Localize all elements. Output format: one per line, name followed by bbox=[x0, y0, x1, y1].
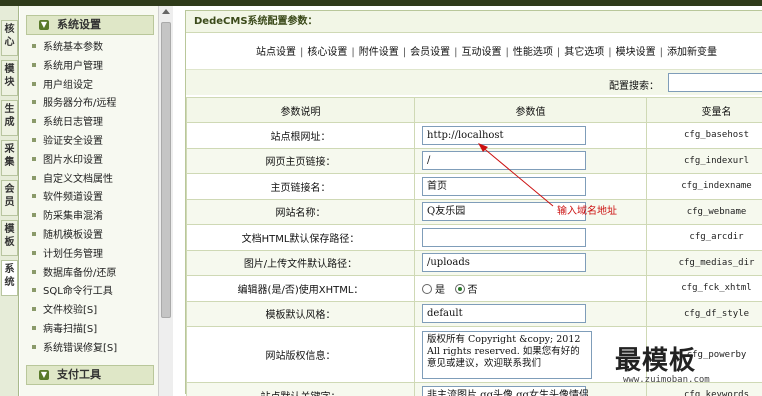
scrollbar-thumb[interactable] bbox=[161, 22, 171, 318]
sidebar-item-label: SQL命令行工具 bbox=[43, 286, 113, 298]
bullet-icon bbox=[32, 119, 36, 124]
sidebar-item[interactable]: 用户组设定 bbox=[32, 77, 93, 96]
bullet-icon bbox=[32, 326, 36, 330]
sidebar-item-label: 系统用户管理 bbox=[43, 60, 103, 72]
sidebar-scrollbar[interactable] bbox=[158, 6, 173, 396]
sidebar-item[interactable]: 图片水印设置 bbox=[32, 152, 103, 171]
sidebar-item-label: 随机模板设置 bbox=[43, 230, 103, 241]
sidebar-item-label: 服务器分布/远程 bbox=[43, 98, 117, 110]
sidebar-item[interactable]: 计划任务管理 bbox=[32, 246, 103, 265]
sidebar-item[interactable]: 系统用户管理 bbox=[32, 58, 103, 77]
scroll-up-arrow-icon[interactable] bbox=[162, 9, 170, 14]
bullet-icon bbox=[32, 156, 36, 161]
main-content: DedeCMS系统配置参数： 站点设置 | 核心设置 | 附件设置 | 会员设置 | 互动设置 |… bbox=[175, 6, 762, 396]
sidebar-section-payment-tools[interactable]: ▼ 支付工具 bbox=[26, 365, 154, 385]
sidebar-item[interactable]: 软件频道设置 bbox=[32, 189, 103, 208]
bullet-icon bbox=[32, 100, 36, 105]
bullet-icon bbox=[32, 44, 36, 48]
sidebar-item[interactable]: 系统日志管理 bbox=[32, 114, 103, 133]
sidebar-section-system-settings[interactable]: ▼ 系统设置 bbox=[26, 15, 154, 35]
bullet-icon bbox=[32, 344, 36, 349]
annotation-text: 输入域名地址 bbox=[557, 206, 617, 217]
vtab-module[interactable]: 模块 bbox=[1, 60, 18, 96]
sidebar-item[interactable]: 病毒扫描[S] bbox=[32, 321, 97, 340]
bullet-icon bbox=[32, 232, 36, 236]
sidebar-item-label: 病毒扫描[S] bbox=[43, 324, 98, 335]
sidebar-item[interactable]: 自定义文档属性 bbox=[32, 171, 113, 190]
bullet-icon bbox=[32, 194, 36, 199]
sidebar-item-label: 文件校验[S] bbox=[43, 305, 98, 317]
vtab-member[interactable]: 会员 bbox=[1, 180, 18, 216]
annotation-arrow bbox=[478, 143, 554, 207]
bullet-icon bbox=[32, 138, 36, 142]
sidebar: ▼ 系统设置 系统基本参数 系统用户管理 用户组设定服务器分布/远程 系统日志管理 验证安… bbox=[20, 6, 158, 396]
bullet-icon bbox=[32, 81, 36, 86]
sidebar-item-label: 防采集串混淆 bbox=[43, 211, 103, 223]
vtab-collect[interactable]: 采集 bbox=[1, 140, 18, 176]
sidebar-item-label: 软件频道设置 bbox=[43, 192, 103, 204]
bullet-icon bbox=[32, 175, 36, 180]
sidebar-item-label: 数据库备份/还原 bbox=[43, 267, 117, 279]
sidebar-item[interactable]: 验证安全设置 bbox=[32, 133, 103, 152]
sidebar-item-label: 图片水印设置 bbox=[43, 154, 103, 166]
sidebar-item[interactable]: 防采集串混淆 bbox=[32, 208, 103, 227]
sidebar-item[interactable]: 系统错误修复[S] bbox=[32, 340, 117, 359]
sidebar-item-label: 计划任务管理 bbox=[43, 248, 103, 260]
sidebar-item[interactable]: 数据库备份/还原 bbox=[32, 265, 116, 284]
sidebar-item-label: 用户组设定 bbox=[43, 79, 93, 91]
bullet-icon bbox=[32, 307, 36, 312]
chevron-down-icon: ▼ bbox=[39, 370, 49, 380]
bullet-icon bbox=[32, 288, 36, 293]
vtab-generate[interactable]: 生成 bbox=[1, 100, 18, 136]
sidebar-item-label: 系统错误修复[S] bbox=[43, 342, 118, 354]
watermark-url: www.zuimoban.com bbox=[623, 375, 710, 385]
bullet-icon bbox=[32, 62, 36, 67]
vtab-core[interactable]: 核心 bbox=[1, 20, 18, 56]
sidebar-item-label: 验证安全设置 bbox=[43, 136, 103, 147]
bullet-icon bbox=[32, 250, 36, 255]
chevron-down-icon: ▼ bbox=[39, 20, 49, 30]
sidebar-item[interactable]: 文件校验[S] bbox=[32, 302, 97, 321]
sidebar-item[interactable]: 系统基本参数 bbox=[32, 39, 103, 58]
bullet-icon bbox=[32, 213, 36, 218]
bullet-icon bbox=[32, 269, 36, 274]
sidebar-item[interactable]: SQL命令行工具 bbox=[32, 283, 113, 302]
sidebar-item-label: 系统日志管理 bbox=[43, 117, 103, 129]
vtab-template[interactable]: 模板 bbox=[1, 220, 18, 256]
sidebar-item[interactable]: 服务器分布/远程 bbox=[32, 95, 116, 114]
sidebar-item[interactable]: 随机模板设置 bbox=[32, 227, 103, 246]
watermark-logo: 最模板 bbox=[615, 346, 697, 376]
sidebar-item-label: 系统基本参数 bbox=[43, 42, 103, 53]
vertical-tab-bar: 核心 模块 生成 采集 会员 模板 系统 bbox=[0, 6, 19, 396]
vtab-system[interactable]: 系统 bbox=[1, 260, 18, 296]
sidebar-item-label: 自定义文档属性 bbox=[43, 173, 113, 185]
